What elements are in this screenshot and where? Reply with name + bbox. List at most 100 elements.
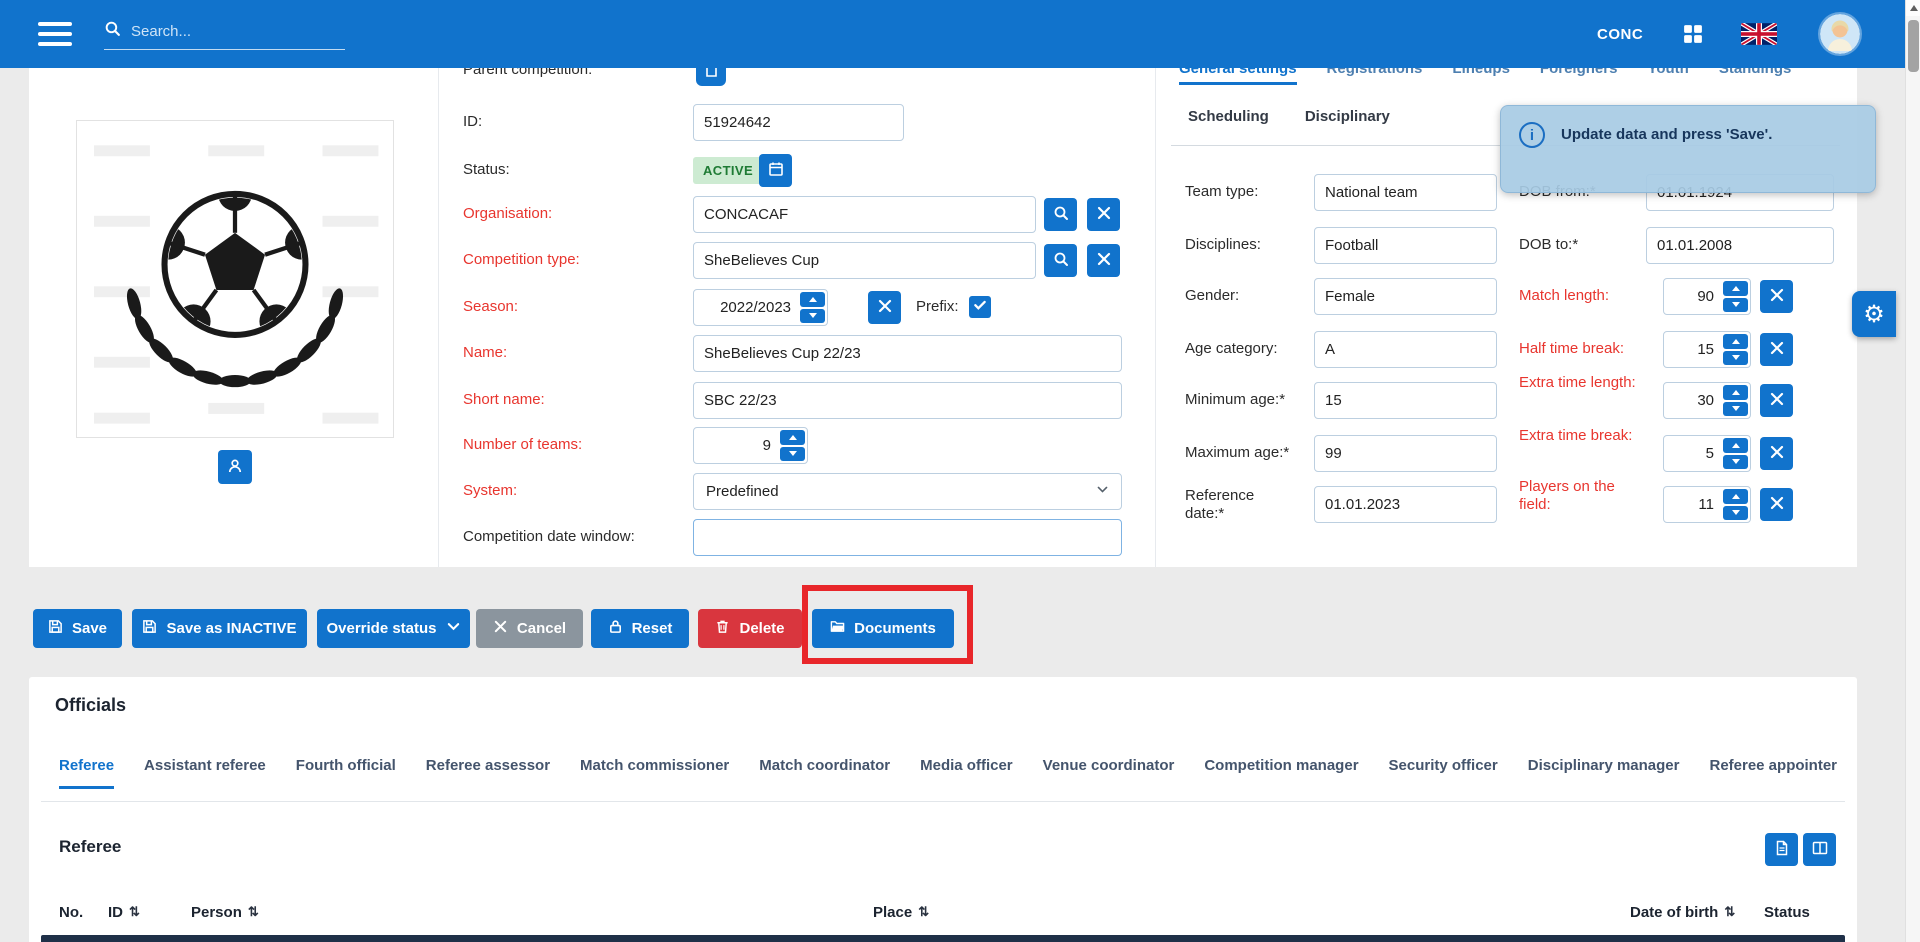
tab-match-coordinator[interactable]: Match coordinator [759,757,890,789]
match-length-clear-button[interactable] [1760,280,1793,313]
competition-type-clear-button[interactable] [1087,244,1120,277]
match-length-spinner [1723,281,1748,312]
settings-gear-button[interactable]: ⚙ [1852,291,1896,337]
hamburger-menu-icon[interactable] [38,22,72,46]
spinner-down-icon[interactable] [800,309,825,324]
competition-type-input[interactable] [693,242,1036,279]
disciplines-input[interactable] [1314,227,1497,264]
column-header-id[interactable]: ID⇅ [108,904,191,921]
age-category-input[interactable] [1314,331,1497,368]
officials-tabs-divider [41,801,1845,802]
system-select[interactable]: Predefined [693,473,1122,510]
tab-venue-coordinator[interactable]: Venue coordinator [1043,757,1175,789]
players-on-field-clear-button[interactable] [1760,488,1793,521]
override-status-button[interactable]: Override status [317,609,470,648]
status-badge: ACTIVE [693,157,763,184]
search-input[interactable] [131,23,345,40]
tab-competition-manager[interactable]: Competition manager [1204,757,1358,789]
organisation-label: Organisation: [463,205,552,223]
column-header-place[interactable]: Place⇅ [873,904,1630,921]
extra-time-length-clear-button[interactable] [1760,384,1793,417]
tab-disciplinary[interactable]: Disciplinary [1305,108,1390,125]
spinner-down-icon[interactable] [1723,402,1748,417]
columns-settings-button[interactable] [1803,833,1836,866]
save-as-inactive-button[interactable]: Save as INACTIVE [132,609,307,648]
extra-time-length-spinner [1723,385,1748,416]
extra-time-break-spinner [1723,438,1748,469]
page-scrollbar [1905,0,1920,942]
referee-section-title: Referee [59,837,121,857]
documents-button[interactable]: Documents [812,609,954,648]
cancel-button[interactable]: Cancel [476,609,583,648]
column-header-person[interactable]: Person⇅ [191,904,873,921]
scrollbar-up-arrow[interactable] [1906,0,1920,16]
spinner-up-icon[interactable] [1723,281,1748,296]
spinner-down-icon[interactable] [1723,455,1748,470]
name-input[interactable] [693,335,1122,372]
tab-disciplinary-manager[interactable]: Disciplinary manager [1528,757,1680,789]
spinner-up-icon[interactable] [1723,438,1748,453]
close-icon [1769,495,1785,514]
organisation-clear-button[interactable] [1087,198,1120,231]
close-icon [1769,340,1785,359]
spinner-down-icon[interactable] [1723,351,1748,366]
change-photo-button[interactable] [218,450,252,484]
prefix-checkbox[interactable] [969,296,991,318]
apps-grid-icon[interactable] [1683,24,1703,44]
export-report-button[interactable] [1765,833,1798,866]
tab-referee-appointer[interactable]: Referee appointer [1709,757,1837,789]
tab-security-officer[interactable]: Security officer [1389,757,1498,789]
spinner-down-icon[interactable] [1723,298,1748,313]
info-icon [1519,122,1545,148]
table-row[interactable] [41,935,1845,942]
dob-to-input[interactable] [1646,227,1834,264]
sort-icon[interactable]: ⇅ [1724,904,1735,920]
tab-fourth-official[interactable]: Fourth official [296,757,396,789]
tab-media-officer[interactable]: Media officer [920,757,1013,789]
spinner-down-icon[interactable] [1723,506,1748,521]
tab-match-commissioner[interactable]: Match commissioner [580,757,729,789]
reset-button[interactable]: Reset [591,609,689,648]
tab-referee-assessor[interactable]: Referee assessor [426,757,550,789]
tab-scheduling[interactable]: Scheduling [1188,108,1269,125]
season-field [693,289,828,326]
spinner-up-icon[interactable] [1723,385,1748,400]
competition-type-search-button[interactable] [1044,244,1077,277]
spinner-down-icon[interactable] [780,447,805,462]
half-time-break-clear-button[interactable] [1760,333,1793,366]
short-name-input[interactable] [693,382,1122,419]
competition-type-label: Competition type: [463,251,580,269]
tab-assistant-referee[interactable]: Assistant referee [144,757,266,789]
spinner-up-icon[interactable] [780,430,805,445]
language-flag-icon[interactable] [1741,23,1777,45]
save-button[interactable]: Save [33,609,122,648]
sort-icon[interactable]: ⇅ [248,904,259,920]
column-header-dob[interactable]: Date of birth⇅ [1630,904,1764,921]
user-avatar[interactable] [1820,14,1860,54]
players-on-field-spinner [1723,489,1748,520]
status-history-button[interactable] [759,154,792,187]
delete-button[interactable]: Delete [698,609,802,648]
close-icon [877,298,893,317]
sort-icon[interactable]: ⇅ [129,904,140,920]
extra-time-length-label: Extra time length: [1519,374,1641,392]
spinner-up-icon[interactable] [800,292,825,307]
organisation-input[interactable] [693,196,1036,233]
maximum-age-input[interactable] [1314,435,1497,472]
calendar-icon [768,161,784,180]
spinner-up-icon[interactable] [1723,489,1748,504]
id-input[interactable] [693,104,904,141]
spinner-up-icon[interactable] [1723,334,1748,349]
tab-referee[interactable]: Referee [59,757,114,789]
organisation-search-button[interactable] [1044,198,1077,231]
match-length-label: Match length: [1519,287,1641,305]
season-clear-button[interactable] [868,291,901,324]
sort-icon[interactable]: ⇅ [918,904,929,920]
date-window-input[interactable] [693,519,1122,556]
extra-time-break-clear-button[interactable] [1760,437,1793,470]
team-type-input[interactable] [1314,174,1497,211]
scrollbar-thumb[interactable] [1908,20,1919,72]
minimum-age-input[interactable] [1314,382,1497,419]
gender-input[interactable] [1314,278,1497,315]
reference-date-input[interactable] [1314,486,1497,523]
